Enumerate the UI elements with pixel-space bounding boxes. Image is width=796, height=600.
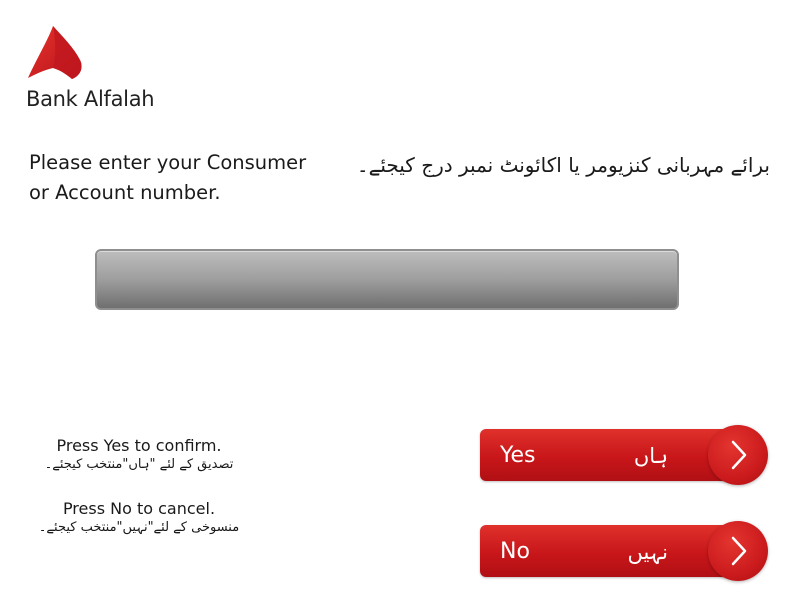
prompt-english: Please enter your Consumer or Account nu… (29, 151, 307, 204)
bank-logo: Bank Alfalah (26, 26, 176, 116)
cancel-hint-english: Press No to cancel. (62, 499, 216, 518)
account-number-field[interactable] (95, 249, 679, 310)
confirm-hint-urdu: تصدیق کے لئے "ہاں"منتخب کیجئے۔ (44, 457, 234, 472)
no-label-english: No (500, 539, 530, 564)
alfalah-logo-icon (28, 26, 82, 79)
yes-label-urdu: ہاں (633, 444, 668, 468)
chevron-right-icon (731, 536, 747, 566)
chevron-right-icon (731, 440, 747, 470)
atm-screen: Bank Alfalah Please enter your Consumer … (0, 0, 796, 600)
prompt-urdu: برائے مہربانی کنزیومر یا اکائونٹ نمبر در… (356, 153, 770, 177)
no-arrow-button[interactable] (708, 521, 768, 581)
yes-arrow-button[interactable] (708, 425, 768, 485)
yes-button-bar[interactable]: Yes ہاں (480, 429, 730, 481)
no-button-bar[interactable]: No نہیں (480, 525, 730, 577)
no-button[interactable]: No نہیں (480, 521, 770, 581)
confirm-hint: Press Yes to confirm. تصدیق کے لئے "ہاں"… (14, 436, 264, 474)
cancel-hint-urdu: منسوخی کے لئے"نہیں"منتخب کیجئے۔ (38, 520, 240, 535)
no-label-urdu: نہیں (627, 540, 668, 564)
yes-button[interactable]: Yes ہاں (480, 425, 770, 485)
cancel-hint: Press No to cancel. منسوخی کے لئے"نہیں"م… (14, 499, 264, 537)
bank-name: Bank Alfalah (26, 87, 155, 111)
confirm-hint-english: Press Yes to confirm. (56, 436, 222, 455)
yes-label-english: Yes (500, 443, 536, 468)
